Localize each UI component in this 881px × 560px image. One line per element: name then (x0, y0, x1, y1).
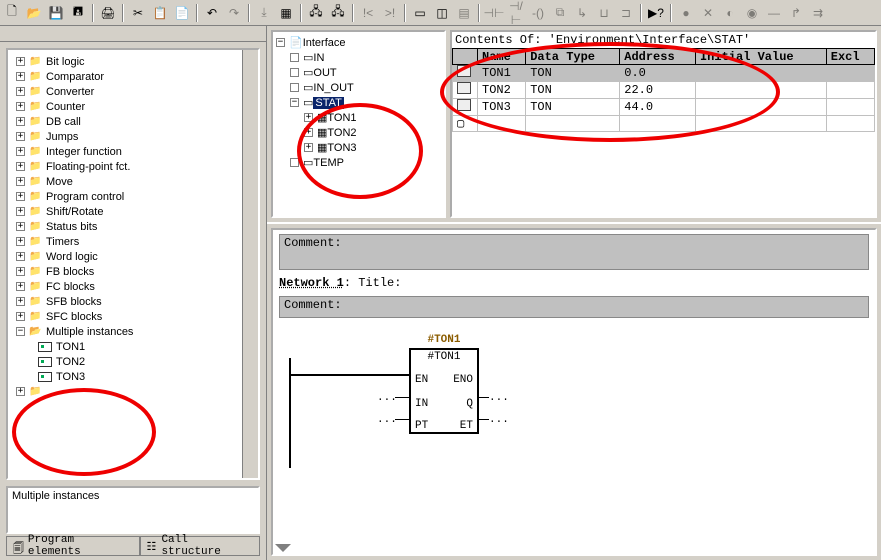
table-row[interactable]: TON1 TON 0.0 (453, 65, 875, 82)
mi-ton3[interactable]: TON3 (38, 369, 256, 384)
net-button[interactable]: 🖧 (306, 3, 326, 23)
cat-move[interactable]: +📁Move (10, 174, 256, 189)
cat-fb-blocks[interactable]: +📁FB blocks (10, 264, 256, 279)
var-path: Contents Of: 'Environment\Interface\STAT… (452, 32, 875, 48)
main-toolbar: 🗋 📂 💾 🖪 🖨 ✂ 📋 📄 ↶ ↷ ⤓ ▦ 🖧 🖧 !< >! ▭ ◫ ▤ … (0, 0, 881, 26)
undo-button[interactable]: ↶ (202, 3, 222, 23)
iface-stat[interactable]: −▭ STAT (276, 95, 441, 110)
right-panel: −📄 Interface ▭ IN ▭ OUT ▭ IN_OUT −▭ STAT… (267, 26, 881, 560)
cat-word-logic[interactable]: +📁Word logic (10, 249, 256, 264)
iface-inout[interactable]: ▭ IN_OUT (276, 80, 441, 95)
ld4-button[interactable]: ⧉ (550, 3, 570, 23)
ld7-button[interactable]: ⊐ (616, 3, 636, 23)
cat-counter[interactable]: +📁Counter (10, 99, 256, 114)
saveall-button[interactable]: 🖪 (68, 3, 88, 23)
pin-en: EN (415, 374, 428, 386)
fmt1-button[interactable]: !< (358, 3, 378, 23)
cat-timers[interactable]: +📁Timers (10, 234, 256, 249)
mi-ton2[interactable]: TON2 (38, 354, 256, 369)
help-button[interactable]: ▶? (646, 3, 666, 23)
cat-jumps[interactable]: +📁Jumps (10, 129, 256, 144)
wire-dots: ... (377, 414, 397, 426)
table-row[interactable]: TON3 TON 44.0 (453, 99, 875, 116)
block-comment[interactable]: Comment: (279, 234, 869, 270)
download-button[interactable]: ⤓ (254, 3, 274, 23)
save-button[interactable]: 💾 (46, 3, 66, 23)
paste-button[interactable]: 📄 (172, 3, 192, 23)
iface-out[interactable]: ▭ OUT (276, 65, 441, 80)
ld6-button[interactable]: ⊔ (594, 3, 614, 23)
wire-dots: ... (489, 414, 509, 426)
pin-q: Q (466, 398, 473, 410)
cat-float[interactable]: +📁Floating-point fct. (10, 159, 256, 174)
var-table[interactable]: Name Data Type Address Initial Value Exc… (452, 48, 875, 132)
hscroll-handle[interactable] (275, 544, 291, 552)
cat-db-call[interactable]: +📁DB call (10, 114, 256, 129)
win2-button[interactable]: ◫ (432, 3, 452, 23)
cat-status[interactable]: +📁Status bits (10, 219, 256, 234)
var-table-area: Contents Of: 'Environment\Interface\STAT… (450, 30, 877, 218)
element-tree[interactable]: +📁Bit logic +📁Comparator +📁Converter +📁C… (6, 48, 260, 480)
x5-button[interactable]: — (764, 3, 784, 23)
network-title[interactable]: Network 1: Title: (273, 274, 875, 292)
x6-button[interactable]: ↱ (786, 3, 806, 23)
ladder-network[interactable]: #TON1 #TON1 EN ENO IN Q PT ET ... ... ..… (279, 328, 869, 468)
wire-dots: ... (489, 392, 509, 404)
redo-button[interactable]: ↷ (224, 3, 244, 23)
network-comment[interactable]: Comment: (279, 296, 869, 318)
interface-tree[interactable]: −📄 Interface ▭ IN ▭ OUT ▭ IN_OUT −▭ STAT… (271, 30, 446, 218)
tab-call-structure[interactable]: ☷Call structure (140, 536, 260, 556)
wire-dots: ... (377, 392, 397, 404)
left-panel: +📁Bit logic +📁Comparator +📁Converter +📁C… (0, 26, 267, 560)
iface-ton1[interactable]: +▦ TON1 (276, 110, 441, 125)
x3-button[interactable]: ◐ (720, 3, 740, 23)
iface-root[interactable]: −📄 Interface (276, 35, 441, 50)
cat-sfb-blocks[interactable]: +📁SFB blocks (10, 294, 256, 309)
pin-in: IN (415, 398, 428, 410)
net2-button[interactable]: 🖧 (328, 3, 348, 23)
table-row[interactable]: TON2 TON 22.0 (453, 82, 875, 99)
table-row-empty[interactable]: ▢ (453, 116, 875, 132)
iface-ton3[interactable]: +▦ TON3 (276, 140, 441, 155)
ld1-button[interactable]: ⊣⊢ (484, 3, 504, 23)
open-button[interactable]: 📂 (24, 3, 44, 23)
fmt2-button[interactable]: >! (380, 3, 400, 23)
x1-button[interactable]: ● (676, 3, 696, 23)
mi-descriptor: Multiple instances (6, 486, 260, 534)
cat-comparator[interactable]: +📁Comparator (10, 69, 256, 84)
ld3-button[interactable]: -() (528, 3, 548, 23)
ld2-button[interactable]: ⊣/⊢ (506, 3, 526, 23)
cat-integer[interactable]: +📁Integer function (10, 144, 256, 159)
cat-converter[interactable]: +📁Converter (10, 84, 256, 99)
iface-in[interactable]: ▭ IN (276, 50, 441, 65)
print-button[interactable]: 🖨 (98, 3, 118, 23)
fb-ton1[interactable]: #TON1 #TON1 EN ENO IN Q PT ET (409, 348, 479, 434)
cat-sfc-blocks[interactable]: +📁SFC blocks (10, 309, 256, 324)
iface-temp[interactable]: ▭ TEMP (276, 155, 441, 170)
new-button[interactable]: 🗋 (2, 3, 22, 23)
copy-button[interactable]: 📋 (150, 3, 170, 23)
cut-button[interactable]: ✂ (128, 3, 148, 23)
cat-last[interactable]: +📁 (10, 384, 256, 399)
x4-button[interactable]: ◉ (742, 3, 762, 23)
pin-pt: PT (415, 420, 428, 432)
cat-multi-instances[interactable]: −📂Multiple instances (10, 324, 256, 339)
tree-scrollbar[interactable] (242, 50, 258, 478)
block-button[interactable]: ▦ (276, 3, 296, 23)
mi-ton1[interactable]: TON1 (38, 339, 256, 354)
iface-ton2[interactable]: +▦ TON2 (276, 125, 441, 140)
code-editor[interactable]: Comment: Network 1: Title: Comment: #TON… (271, 228, 877, 556)
x2-button[interactable]: ✕ (698, 3, 718, 23)
win3-button[interactable]: ▤ (454, 3, 474, 23)
cat-program-control[interactable]: +📁Program control (10, 189, 256, 204)
win1-button[interactable]: ▭ (410, 3, 430, 23)
cat-bit-logic[interactable]: +📁Bit logic (10, 54, 256, 69)
pin-et: ET (460, 420, 473, 432)
pin-eno: ENO (453, 374, 473, 386)
cat-shift[interactable]: +📁Shift/Rotate (10, 204, 256, 219)
x7-button[interactable]: ⇉ (808, 3, 828, 23)
cat-fc-blocks[interactable]: +📁FC blocks (10, 279, 256, 294)
ld5-button[interactable]: ↳ (572, 3, 592, 23)
tab-program-elements[interactable]: 🗐Program elements (6, 536, 140, 556)
